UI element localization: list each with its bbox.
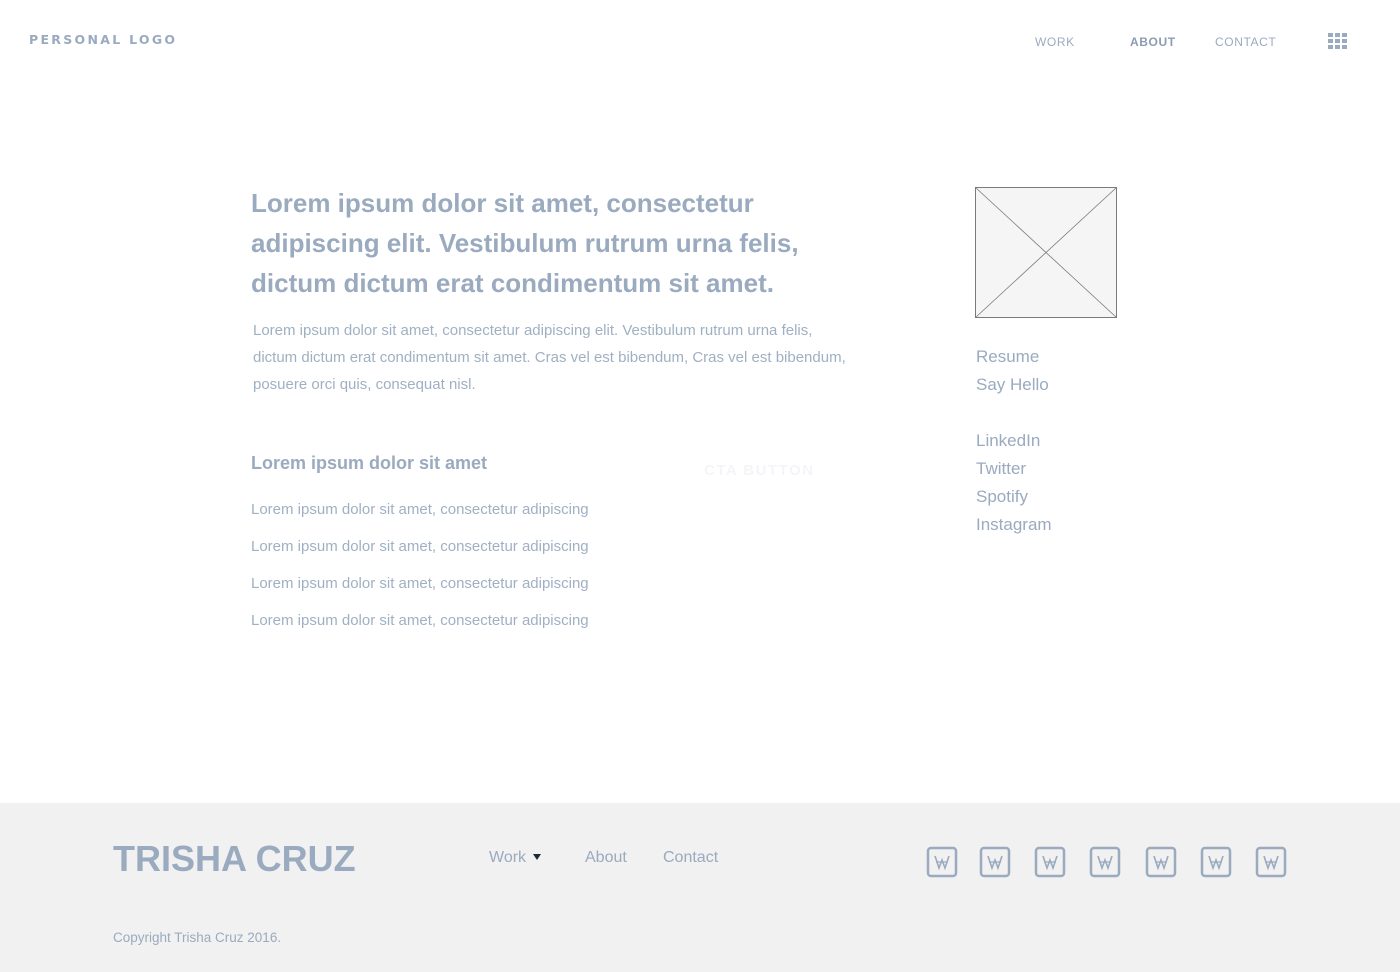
grid-dot — [1335, 39, 1340, 43]
social-icon[interactable] — [1200, 846, 1232, 878]
instagram-link[interactable]: Instagram — [976, 515, 1052, 535]
nav-work[interactable]: WORK — [1035, 35, 1075, 49]
linkedin-link[interactable]: LinkedIn — [976, 431, 1040, 451]
footer-name: TRISHA CRUZ — [113, 838, 356, 879]
cta-button[interactable]: CTA BUTTON — [704, 462, 815, 479]
grid-dot — [1342, 33, 1347, 37]
list-item: Lorem ipsum dolor sit amet, consectetur … — [251, 612, 589, 629]
resume-link[interactable]: Resume — [976, 347, 1039, 367]
site-footer: TRISHA CRUZ Work About Contact Copyright — [0, 803, 1400, 972]
personal-logo[interactable]: PERSONAL LOGO — [29, 32, 177, 47]
grid-dot — [1328, 39, 1333, 43]
footer-link-about[interactable]: About — [585, 849, 627, 867]
footer-link-work[interactable]: Work — [489, 849, 526, 867]
social-icon[interactable] — [1089, 846, 1121, 878]
say-hello-link[interactable]: Say Hello — [976, 375, 1049, 395]
list-item: Lorem ipsum dolor sit amet, consectetur … — [251, 575, 589, 592]
copyright-text: Copyright Trisha Cruz 2016. — [113, 930, 282, 945]
social-icon[interactable] — [1034, 846, 1066, 878]
nav-contact[interactable]: CONTACT — [1215, 35, 1276, 49]
grid-dot — [1328, 45, 1333, 49]
twitter-link[interactable]: Twitter — [976, 459, 1026, 479]
grid-dot — [1342, 45, 1347, 49]
grid-dot — [1335, 45, 1340, 49]
social-icon[interactable] — [1255, 846, 1287, 878]
list-item: Lorem ipsum dolor sit amet, consectetur … — [251, 501, 589, 518]
grid-dot — [1342, 39, 1347, 43]
social-icon[interactable] — [1145, 846, 1177, 878]
image-placeholder-icon — [975, 187, 1117, 318]
page-headline: Lorem ipsum dolor sit amet, consectetur … — [251, 188, 799, 298]
grid-dot — [1335, 33, 1340, 37]
grid-dot — [1328, 33, 1333, 37]
caret-down-icon[interactable] — [533, 854, 541, 860]
nav-about[interactable]: ABOUT — [1130, 35, 1176, 49]
intro-paragraph: Lorem ipsum dolor sit amet, consectetur … — [253, 322, 846, 393]
footer-link-contact[interactable]: Contact — [663, 849, 718, 867]
section-subheading: Lorem ipsum dolor sit amet — [251, 453, 488, 473]
social-icon[interactable] — [926, 846, 958, 878]
social-icon[interactable] — [979, 846, 1011, 878]
spotify-link[interactable]: Spotify — [976, 487, 1028, 507]
list-item: Lorem ipsum dolor sit amet, consectetur … — [251, 538, 589, 555]
grid-menu-icon[interactable] — [1328, 33, 1347, 49]
